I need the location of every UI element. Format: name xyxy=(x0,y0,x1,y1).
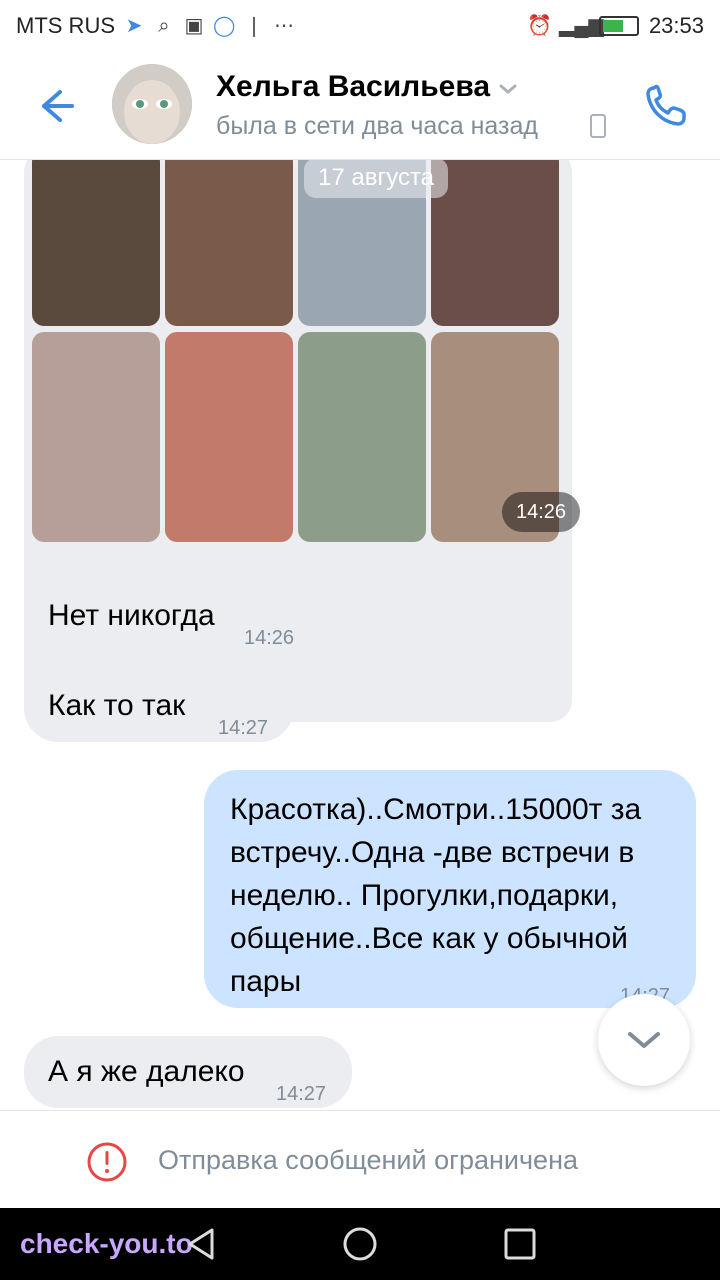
message-text: А я же далеко xyxy=(48,1055,245,1088)
message-text: Нет никогда xyxy=(48,599,215,632)
message-line: неделю.. Прогулки,подарки, xyxy=(230,879,619,912)
date-separator: 17 августа xyxy=(304,160,449,198)
incoming-message[interactable]: Нет никогда 14:26 xyxy=(24,580,322,652)
message-list[interactable]: 17 августа 14:26 Нет никогда 14:26 Как т… xyxy=(0,160,720,1110)
scroll-down-button[interactable] xyxy=(598,994,690,1086)
nav-back-icon[interactable] xyxy=(182,1224,222,1264)
photo-thumbnail[interactable] xyxy=(298,332,426,542)
back-arrow-icon[interactable] xyxy=(30,82,78,130)
status-bar: MTS RUS ➤ ⌕ ▣ ◯ ❘ ⋯ ⏰ ▂▄▆ 23:53 xyxy=(0,0,720,52)
contact-name[interactable]: Хельга Васильева xyxy=(216,70,490,104)
incoming-message[interactable]: А я же далеко 14:27 xyxy=(24,1036,352,1108)
message-time: 14:26 xyxy=(244,627,295,649)
search-icon: ⌕ xyxy=(158,15,170,37)
chevron-down-icon xyxy=(628,1032,660,1048)
last-seen-status: была в сети два часа назад xyxy=(216,112,538,140)
restriction-message: Отправка сообщений ограничена xyxy=(158,1145,578,1175)
carrier-label: MTS RUS xyxy=(16,13,115,38)
battery-icon xyxy=(598,16,639,36)
message-line: Красотка)..Смотри..15000т за xyxy=(230,793,642,826)
photo-thumbnail[interactable] xyxy=(431,160,559,326)
phone-icon[interactable] xyxy=(640,80,692,132)
message-time: 14:27 xyxy=(218,717,269,739)
photo-thumbnail[interactable] xyxy=(165,332,293,542)
avatar[interactable] xyxy=(112,64,192,144)
incoming-message[interactable]: Как то так 14:27 xyxy=(24,670,294,742)
message-text: Красотка)..Смотри..15000т за встречу..Од… xyxy=(230,788,641,1003)
photo-thumbnail[interactable] xyxy=(32,332,160,542)
composer-restriction-bar: Отправка сообщений ограничена xyxy=(0,1110,720,1208)
message-line: встречу..Одна -две встречи в xyxy=(230,836,635,869)
mobile-device-icon xyxy=(590,114,606,138)
chevron-down-icon[interactable] xyxy=(498,82,518,96)
message-line: общение..Все как у обычной xyxy=(230,922,628,955)
message-time: 14:27 xyxy=(276,1083,327,1105)
message-line: пары xyxy=(230,965,302,998)
photo-thumbnail[interactable] xyxy=(165,160,293,326)
gallery-icon: ▣ xyxy=(184,15,204,37)
alarm-icon: ⏰ xyxy=(526,15,552,37)
error-icon xyxy=(87,1142,127,1182)
watermark: check-you.to xyxy=(20,1228,193,1259)
more-icon: ⋯ xyxy=(274,15,294,37)
outgoing-message[interactable]: Красотка)..Смотри..15000т за встречу..Од… xyxy=(204,770,696,1008)
clock: 23:53 xyxy=(648,13,704,38)
telegram-icon: ➤ xyxy=(125,15,143,37)
android-navigation-bar: check-you.to xyxy=(0,1208,720,1280)
chat-icon: ◯ xyxy=(213,15,236,37)
chat-header: Хельга Васильева была в сети два часа на… xyxy=(0,52,720,160)
message-text: Как то так xyxy=(48,689,186,722)
thermometer-icon: ❘ xyxy=(245,15,263,37)
message-time: 14:26 xyxy=(502,492,581,532)
photo-thumbnail[interactable] xyxy=(32,160,160,326)
nav-recent-apps-icon[interactable] xyxy=(502,1226,538,1262)
signal-icon: ▂▄▆ xyxy=(558,15,604,37)
nav-home-icon[interactable] xyxy=(340,1224,380,1264)
